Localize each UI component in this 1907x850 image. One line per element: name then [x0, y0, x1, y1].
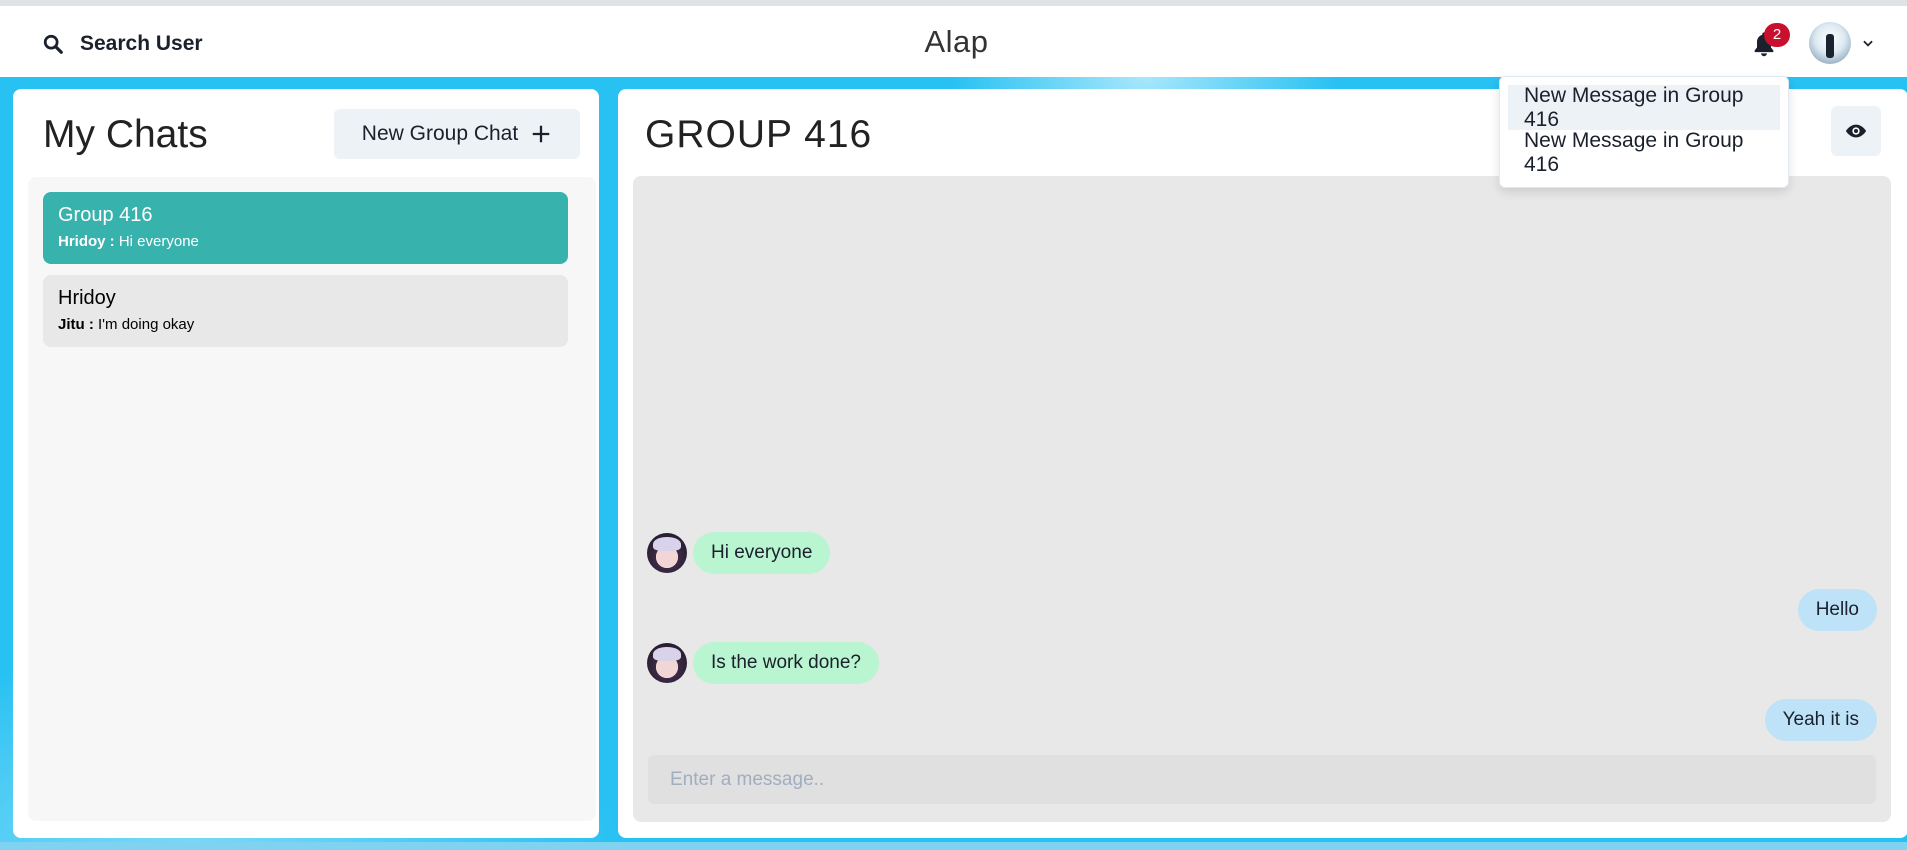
- incoming-message-bubble: Hi everyone: [693, 532, 831, 574]
- conversation-panel: GROUP 416 Hi everyone Hello Is the work …: [618, 89, 1907, 838]
- eye-icon: [1845, 124, 1867, 138]
- notification-item[interactable]: New Message in Group 416: [1508, 129, 1780, 176]
- chat-name: Group 416: [58, 204, 153, 226]
- my-chats-title: My Chats: [43, 113, 208, 156]
- notification-item[interactable]: New Message in Group 416: [1508, 84, 1780, 131]
- incoming-message-bubble: Is the work done?: [693, 642, 879, 684]
- view-details-button[interactable]: [1831, 106, 1881, 156]
- top-header: Search User Alap 2: [6, 6, 1907, 77]
- message-row: Hi everyone: [647, 531, 831, 575]
- notification-bell-button[interactable]: 2: [1748, 23, 1790, 62]
- avatar: [1809, 22, 1851, 64]
- chevron-down-icon: [1863, 40, 1873, 47]
- window-bottom-strip: [0, 842, 1907, 850]
- plus-icon: [532, 125, 550, 143]
- chat-list-item-group-416[interactable]: Group 416 Hridoy : Hi everyone: [43, 192, 568, 264]
- chat-list: Group 416 Hridoy : Hi everyone Hridoy Ji…: [28, 177, 596, 821]
- chat-name: Hridoy: [58, 287, 116, 309]
- outgoing-message-bubble: Hello: [1797, 589, 1877, 631]
- message-area: Hi everyone Hello Is the work done? Yeah…: [633, 176, 1891, 822]
- notification-dropdown: New Message in Group 416 New Message in …: [1499, 76, 1789, 188]
- notification-count-badge: 2: [1764, 23, 1790, 47]
- my-chats-panel: My Chats New Group Chat Group 416 Hridoy…: [13, 89, 599, 838]
- avatar: [647, 643, 687, 683]
- chat-list-item-hridoy[interactable]: Hridoy Jitu : I'm doing okay: [43, 275, 568, 347]
- chat-preview-text: Hi everyone: [118, 233, 199, 250]
- message-row: Is the work done?: [647, 641, 879, 685]
- chat-preview: Hridoy : Hi everyone: [58, 233, 553, 250]
- app-title: Alap: [924, 24, 989, 59]
- avatar: [647, 533, 687, 573]
- conversation-title: GROUP 416: [645, 113, 873, 156]
- new-group-chat-button[interactable]: New Group Chat: [334, 109, 580, 159]
- new-group-chat-label: New Group Chat: [361, 122, 519, 145]
- outgoing-message-bubble: Yeah it is: [1764, 699, 1877, 741]
- chat-preview-sender: Jitu :: [58, 316, 94, 333]
- chat-preview-text: I'm doing okay: [98, 316, 195, 333]
- profile-menu-button[interactable]: [1809, 18, 1889, 68]
- message-input[interactable]: [648, 755, 1876, 804]
- chat-preview-sender: Hridoy :: [58, 233, 115, 250]
- chat-preview: Jitu : I'm doing okay: [58, 316, 553, 333]
